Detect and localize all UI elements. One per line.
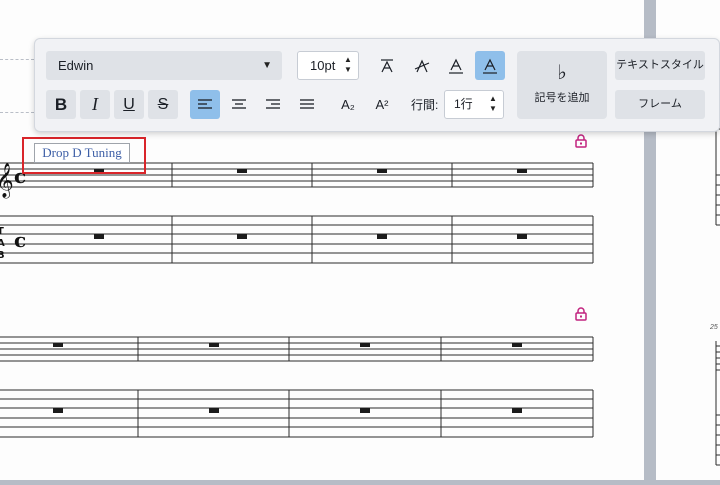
font-size-value: 10pt xyxy=(310,58,336,73)
font-size-spinbox[interactable]: 10pt ▲ ▼ xyxy=(297,51,359,80)
line-spacing-value: 1行 xyxy=(454,97,473,111)
strikethrough-button[interactable]: S xyxy=(148,90,178,119)
frame-text-button[interactable] xyxy=(475,51,505,80)
bold-button[interactable]: B xyxy=(46,90,76,119)
align-left-icon xyxy=(198,98,212,109)
subscript-button[interactable]: A₂ xyxy=(333,90,363,119)
align-right-icon xyxy=(266,98,280,109)
measure-number: 25 xyxy=(710,324,718,331)
lock-icon[interactable] xyxy=(574,134,588,148)
add-symbol-button[interactable]: ♭ 記号を追加 xyxy=(517,51,607,119)
underline-alt-button[interactable] xyxy=(441,51,471,80)
dropdown-arrow-icon: ▼ xyxy=(262,60,272,71)
svg-text:T: T xyxy=(0,226,4,237)
align-center-icon xyxy=(232,98,246,109)
svg-text:B: B xyxy=(0,250,5,261)
justify-button[interactable] xyxy=(292,90,322,119)
svg-text:𝄞: 𝄞 xyxy=(0,163,14,199)
overline-button[interactable] xyxy=(372,51,402,80)
text-style-button[interactable]: テキストスタイル xyxy=(615,51,705,80)
boxed-text-icon xyxy=(483,58,497,74)
strikethrough-icon xyxy=(414,59,430,72)
font-family-dropdown[interactable]: Edwin ▼ xyxy=(46,51,282,80)
spin-arrows-icon[interactable]: ▲ ▼ xyxy=(344,55,352,75)
overline-icon xyxy=(381,58,393,72)
justify-icon xyxy=(300,98,314,109)
svg-text:A: A xyxy=(0,238,5,249)
align-right-button[interactable] xyxy=(258,90,288,119)
strikethrough-alt-button[interactable] xyxy=(407,51,437,80)
spin-arrows-icon[interactable]: ▲ ▼ xyxy=(489,94,497,114)
align-left-button[interactable] xyxy=(190,90,220,119)
font-family-value: Edwin xyxy=(58,58,94,73)
frame-button[interactable]: フレーム xyxy=(615,90,705,119)
line-spacing-label: 行間: xyxy=(411,98,439,112)
align-center-button[interactable] xyxy=(224,90,254,119)
underline-button[interactable]: U xyxy=(114,90,144,119)
line-spacing-spinbox[interactable]: 1行 ▲ ▼ xyxy=(444,90,504,119)
text-formatting-toolbar: Edwin ▼ 10pt ▲ ▼ B I U S A₂ A² 行間: 1行 ▲ … xyxy=(34,38,720,132)
flat-symbol-icon: ♭ xyxy=(557,60,567,84)
lock-icon[interactable] xyxy=(574,307,588,321)
selection-highlight xyxy=(22,137,146,174)
superscript-button[interactable]: A² xyxy=(367,90,397,119)
underline-icon xyxy=(449,58,463,74)
add-symbol-label: 記号を追加 xyxy=(534,92,590,104)
italic-button[interactable]: I xyxy=(80,90,110,119)
svg-text:c: c xyxy=(14,228,26,252)
